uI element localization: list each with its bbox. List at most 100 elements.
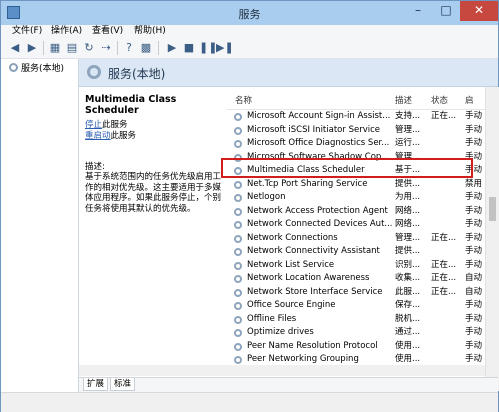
export-list-icon[interactable]: ⇢ — [99, 41, 113, 55]
service-row[interactable]: Office Source Engine 保存... 手动 — [227, 299, 498, 313]
service-name-cell: Microsoft iSCSI Initiator Service — [247, 124, 380, 135]
gear-icon — [234, 261, 242, 270]
vertical-scrollbar-thumb[interactable] — [489, 197, 496, 221]
selected-service-name: Multimedia Class Scheduler — [85, 94, 177, 116]
restart-service-suffix: 此服务 — [110, 131, 137, 141]
pause-service-icon[interactable]: ❚❚ — [199, 41, 217, 55]
service-description-panel: Multimedia Class Scheduler 停止此服务 重启动此服务 … — [79, 87, 227, 367]
gear-icon — [234, 113, 242, 121]
service-name-cell: Network Connected Devices Aut... — [247, 219, 392, 229]
show-hide-pane-icon[interactable]: ▩ — [139, 41, 153, 55]
service-name-cell: Office Source Engine — [247, 300, 336, 310]
pane-title: 服务(本地) — [108, 67, 166, 81]
menu-action[interactable]: 操作(A) — [51, 25, 82, 38]
column-description[interactable]: 描述 — [395, 94, 412, 106]
status-bar — [1, 392, 498, 412]
stop-service-icon[interactable]: ■ — [182, 41, 196, 55]
service-row[interactable]: Network Location Awareness 收集... 正在... 自动 — [227, 272, 498, 286]
gear-icon — [234, 180, 242, 189]
refresh-icon[interactable]: ↻ — [82, 41, 96, 55]
tree-item-label: 服务(本地) — [21, 64, 65, 74]
gear-icon — [234, 302, 242, 310]
service-desc-cell: 此服... — [395, 286, 421, 297]
close-button[interactable]: ✕ — [460, 1, 498, 21]
horizontal-scrollbar[interactable] — [79, 365, 485, 376]
service-status-cell: 正在... — [431, 232, 457, 243]
back-arrow-icon[interactable]: ◀ — [8, 41, 22, 55]
minimize-button[interactable]: – — [404, 1, 432, 21]
gear-icon — [234, 288, 242, 297]
tab-extended[interactable]: 扩展 — [83, 378, 109, 391]
vertical-scrollbar[interactable] — [485, 87, 499, 391]
column-status[interactable]: 状态 — [431, 94, 448, 106]
service-name-cell: Network Connections — [247, 232, 338, 243]
service-name-cell: Network Store Interface Service — [247, 286, 383, 297]
service-row[interactable]: Offline Files 脱机... 手动 — [227, 313, 498, 327]
service-row[interactable]: Network List Service 识别... 正在... 手动 — [227, 259, 498, 273]
menu-view[interactable]: 查看(V) — [92, 25, 123, 38]
service-desc-cell: 运行... — [395, 138, 421, 148]
toolbar-divider — [158, 41, 159, 55]
service-status-cell: 正在... — [431, 273, 457, 283]
menu-file[interactable]: 文件(F) — [12, 25, 42, 38]
restart-service-action: 重启动此服务 — [85, 129, 136, 141]
toolbar-divider — [117, 41, 118, 55]
service-desc-cell: 脱机... — [395, 313, 421, 324]
service-name-cell: Network List Service — [247, 259, 335, 270]
menu-help[interactable]: 帮助(H) — [134, 25, 166, 38]
service-row[interactable]: Network Access Protection Agent 网络... 手动 — [227, 205, 498, 219]
gear-icon — [9, 63, 18, 72]
tab-standard[interactable]: 标准 — [110, 378, 136, 391]
service-row[interactable]: Microsoft iSCSI Initiator Service 管理... 手动 — [227, 124, 498, 138]
service-name-cell: Network Connectivity Assistant — [247, 246, 380, 256]
service-row[interactable]: Network Connections 管理... 正在... 手动 — [227, 232, 498, 246]
service-status-cell: 正在... — [431, 111, 457, 121]
service-status-cell: 正在... — [431, 286, 457, 297]
service-desc-cell: 管理... — [395, 232, 421, 243]
gear-icon — [234, 194, 242, 202]
console-tree-icon[interactable]: ▦ — [48, 41, 62, 55]
description-label: 描述: — [85, 162, 105, 172]
properties-icon[interactable]: ▤ — [65, 41, 79, 55]
service-row[interactable]: Netlogon 为用... 手动 — [227, 191, 498, 205]
service-row[interactable]: Peer Name Resolution Protocol 使用... 手动 — [227, 340, 498, 354]
service-desc-cell: 提供... — [395, 178, 421, 189]
service-row[interactable]: Optimize drives 通过... 手动 — [227, 326, 498, 340]
restart-service-icon[interactable]: ▶❚ — [216, 41, 234, 55]
console-tree: 服务(本地) — [1, 59, 79, 394]
description-text: 基于系统范围内的任务优先级启用工作的相对优先级。这主要适用于多媒体应用程序。如果… — [85, 172, 222, 214]
services-pane: 服务(本地) Multimedia Class Scheduler 停止此服务 … — [79, 59, 498, 394]
service-row[interactable]: Network Connectivity Assistant 提供... 手动 — [227, 245, 498, 259]
menu-bar: 文件(F) 操作(A) 查看(V) 帮助(H) — [1, 25, 498, 38]
service-status-cell: 正在... — [431, 259, 457, 270]
service-row[interactable]: Network Connected Devices Aut... 网络... 手动 — [227, 218, 498, 232]
service-desc-cell: 网络... — [395, 205, 421, 216]
title-bar[interactable]: 服务 – □ ✕ — [1, 1, 498, 25]
service-row[interactable]: Network Store Interface Service 此服... 正在..… — [227, 286, 498, 300]
service-name-cell: Microsoft Account Sign-in Assist... — [247, 111, 391, 121]
forward-arrow-icon[interactable]: ▶ — [25, 41, 39, 55]
gear-icon — [87, 65, 101, 79]
tree-item-services-local[interactable]: 服务(本地) — [9, 63, 64, 75]
maximize-button[interactable]: □ — [432, 1, 460, 21]
service-name-cell: Netlogon — [247, 192, 286, 202]
view-tabs: 扩展 标准 — [79, 377, 498, 392]
service-row[interactable]: Net.Tcp Port Sharing Service 提供... 禁用 — [227, 178, 498, 192]
help-icon[interactable]: ? — [122, 41, 136, 55]
service-name-cell: Network Access Protection Agent — [247, 205, 388, 216]
restart-service-link[interactable]: 重启动 — [85, 131, 111, 141]
service-row[interactable]: Microsoft Office Diagnostics Ser... 运行...… — [227, 137, 498, 151]
column-startup-type[interactable]: 启 — [465, 94, 474, 106]
service-row[interactable]: Microsoft Account Sign-in Assist... 支持...… — [227, 110, 498, 124]
gear-icon — [234, 356, 242, 364]
service-desc-cell: 提供... — [395, 246, 421, 256]
start-service-icon[interactable]: ▶ — [165, 41, 179, 55]
column-header: 名称 描述 状态 启 — [227, 87, 498, 110]
gear-icon — [234, 140, 242, 148]
service-desc-cell: 管理... — [395, 124, 421, 135]
service-name-cell: Net.Tcp Port Sharing Service — [247, 178, 368, 189]
pane-header: 服务(本地) — [79, 59, 498, 87]
services-window: 服务 – □ ✕ 文件(F) 操作(A) 查看(V) 帮助(H) ◀ ▶ ▦ ▤… — [0, 0, 499, 412]
column-name[interactable]: 名称 — [235, 94, 252, 106]
gear-icon — [234, 342, 242, 351]
